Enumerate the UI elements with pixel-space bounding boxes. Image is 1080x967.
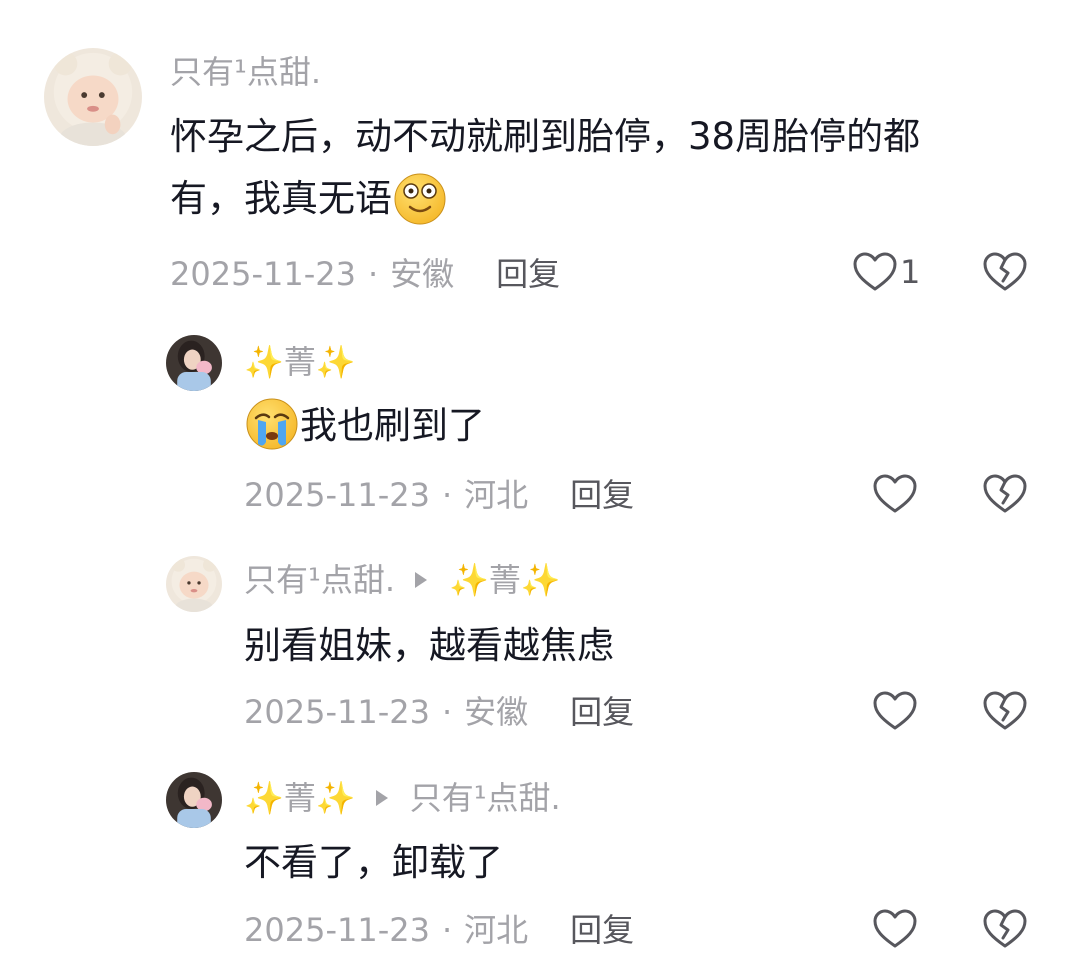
like-count: 1 [900, 253, 921, 291]
reply-location: 河北 [464, 911, 529, 949]
dislike-button[interactable] [982, 473, 1028, 515]
reply-text-content: 不看了，卸载了 [244, 841, 503, 884]
reply-date: 2025-11-23 [244, 911, 430, 949]
avatar[interactable] [44, 48, 142, 146]
reply-location: 河北 [464, 476, 529, 514]
reply-item: ✨菁✨ 我也刷到了 2025-11-23 · 河北 回复 [0, 320, 1080, 530]
broken-heart-icon [982, 908, 1028, 950]
reply-text: 我也刷到了 [244, 395, 485, 457]
heart-outline-icon [872, 690, 918, 732]
broken-heart-icon [982, 690, 1028, 732]
avatar[interactable] [166, 772, 222, 828]
author-name[interactable]: ✨菁✨ [244, 778, 356, 818]
reply-to-name[interactable]: 只有¹点甜. [410, 778, 561, 818]
baby-avatar-image [44, 48, 142, 146]
reply-author-line: 只有¹点甜. ✨菁✨ [244, 560, 561, 600]
like-button[interactable] [872, 690, 918, 732]
reply-button[interactable]: 回复 [570, 693, 634, 731]
dislike-button[interactable] [982, 690, 1028, 732]
reply-location: 安徽 [464, 693, 529, 731]
broken-heart-icon [982, 251, 1028, 293]
broken-heart-icon [982, 473, 1028, 515]
author-name[interactable]: 只有¹点甜. [170, 52, 321, 92]
meta-separator: · [441, 911, 453, 949]
meta-separator: · [367, 255, 379, 293]
dislike-button[interactable] [982, 251, 1028, 293]
heart-outline-icon [852, 251, 898, 293]
girl-avatar-image [166, 772, 222, 828]
reply-to-name[interactable]: ✨菁✨ [449, 560, 561, 600]
comment-text-line-2: 有，我真无语 [170, 177, 392, 220]
author-name[interactable]: 只有¹点甜. [244, 560, 395, 600]
reply-meta: 2025-11-23 · 河北 回复 [244, 910, 634, 950]
comment-text-line: 有，我真无语 [170, 168, 920, 230]
girl-avatar-image [166, 335, 222, 391]
reply-button[interactable]: 回复 [496, 255, 560, 293]
comment-location: 安徽 [390, 255, 455, 293]
reply-text: 别看姐妹，越看越焦虑 [244, 615, 614, 677]
reply-button[interactable]: 回复 [570, 476, 634, 514]
flushed-face-emoji-icon [392, 169, 448, 225]
reply-arrow-icon [375, 790, 388, 806]
avatar[interactable] [166, 556, 222, 612]
comment-date: 2025-11-23 [170, 255, 356, 293]
reply-text-content: 别看姐妹，越看越焦虑 [244, 624, 614, 667]
reply-item: ✨菁✨ 只有¹点甜. 不看了，卸载了 2025-11-23 · 河北 回复 [0, 758, 1080, 967]
reply-meta: 2025-11-23 · 河北 回复 [244, 475, 634, 515]
dislike-button[interactable] [982, 908, 1028, 950]
crying-face-emoji-icon [244, 396, 300, 452]
reply-meta: 2025-11-23 · 安徽 回复 [244, 692, 634, 732]
reply-date: 2025-11-23 [244, 693, 430, 731]
meta-separator: · [441, 693, 453, 731]
heart-outline-icon [872, 473, 918, 515]
heart-outline-icon [872, 908, 918, 950]
reply-date: 2025-11-23 [244, 476, 430, 514]
reply-button[interactable]: 回复 [570, 911, 634, 949]
comment-item: 只有¹点甜. 怀孕之后，动不动就刷到胎停，38周胎停的都 有，我真无语 2025… [0, 0, 1080, 310]
reply-item: 只有¹点甜. ✨菁✨ 别看姐妹，越看越焦虑 2025-11-23 · 安徽 回复 [0, 540, 1080, 750]
baby-avatar-image [166, 556, 222, 612]
reply-author-line: ✨菁✨ 只有¹点甜. [244, 778, 561, 818]
author-name[interactable]: ✨菁✨ [244, 342, 356, 382]
comment-meta: 2025-11-23 · 安徽 回复 [170, 254, 560, 294]
comment-text: 怀孕之后，动不动就刷到胎停，38周胎停的都 有，我真无语 [170, 106, 920, 230]
like-button[interactable]: 1 [852, 251, 920, 293]
like-button[interactable] [872, 908, 918, 950]
reply-text-content: 我也刷到了 [300, 404, 485, 447]
comment-author[interactable]: 只有¹点甜. [170, 52, 321, 92]
meta-separator: · [441, 476, 453, 514]
reply-text: 不看了，卸载了 [244, 832, 503, 894]
like-button[interactable] [872, 473, 918, 515]
reply-arrow-icon [415, 572, 428, 588]
reply-author[interactable]: ✨菁✨ [244, 342, 356, 382]
avatar[interactable] [166, 335, 222, 391]
comment-text-line: 怀孕之后，动不动就刷到胎停，38周胎停的都 [170, 115, 921, 158]
